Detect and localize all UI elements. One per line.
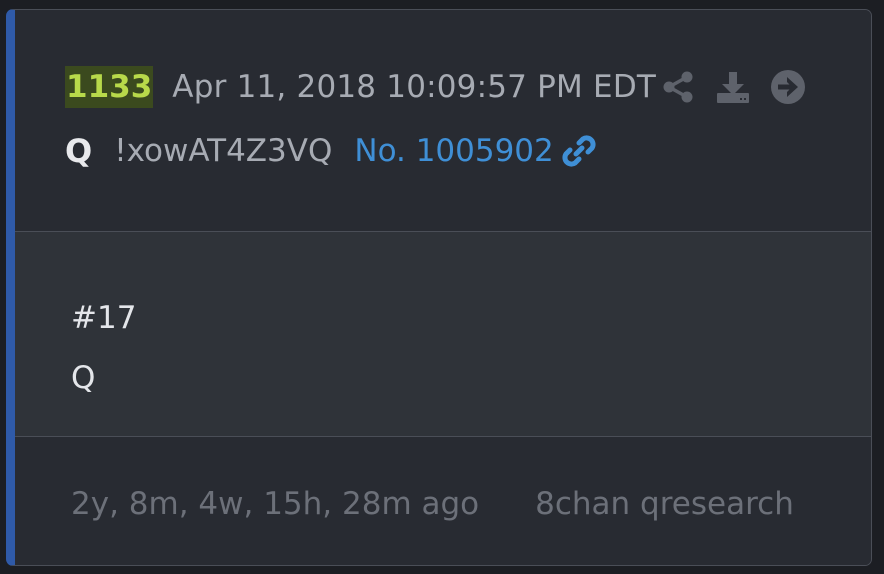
post-source: 8chan qresearch bbox=[535, 486, 794, 522]
arrow-right-circle-icon[interactable] bbox=[770, 69, 806, 105]
post-header: 1133 Apr 11, 2018 10:09:57 PM EDT Q !xow… bbox=[15, 10, 871, 230]
link-icon[interactable] bbox=[560, 132, 598, 170]
post-body-line: #17 bbox=[71, 300, 137, 336]
share-icon[interactable] bbox=[660, 69, 696, 105]
post-footer-row: 2y, 8m, 4w, 15h, 28m ago 8chan qresearch bbox=[71, 486, 794, 522]
post-author: Q bbox=[65, 132, 93, 170]
post-meta-row: 1133 Apr 11, 2018 10:09:57 PM EDT bbox=[65, 66, 825, 108]
post-author-row: Q !xowAT4Z3VQ No. 1005902 bbox=[65, 132, 598, 170]
post-card: 1133 Apr 11, 2018 10:09:57 PM EDT Q !xow… bbox=[6, 9, 872, 566]
post-footer: 2y, 8m, 4w, 15h, 28m ago 8chan qresearch bbox=[15, 438, 871, 565]
post-body: #17 Q bbox=[15, 231, 871, 437]
post-body-line: Q bbox=[71, 360, 96, 396]
post-count: 1133 bbox=[65, 66, 154, 108]
post-timestamp: Apr 11, 2018 10:09:57 PM EDT bbox=[172, 69, 657, 105]
post-number-link[interactable]: No. 1005902 bbox=[354, 133, 553, 169]
post-tripcode: !xowAT4Z3VQ bbox=[114, 133, 333, 169]
post-actions bbox=[660, 69, 825, 105]
download-icon[interactable] bbox=[715, 69, 751, 105]
post-age: 2y, 8m, 4w, 15h, 28m ago bbox=[71, 486, 480, 522]
